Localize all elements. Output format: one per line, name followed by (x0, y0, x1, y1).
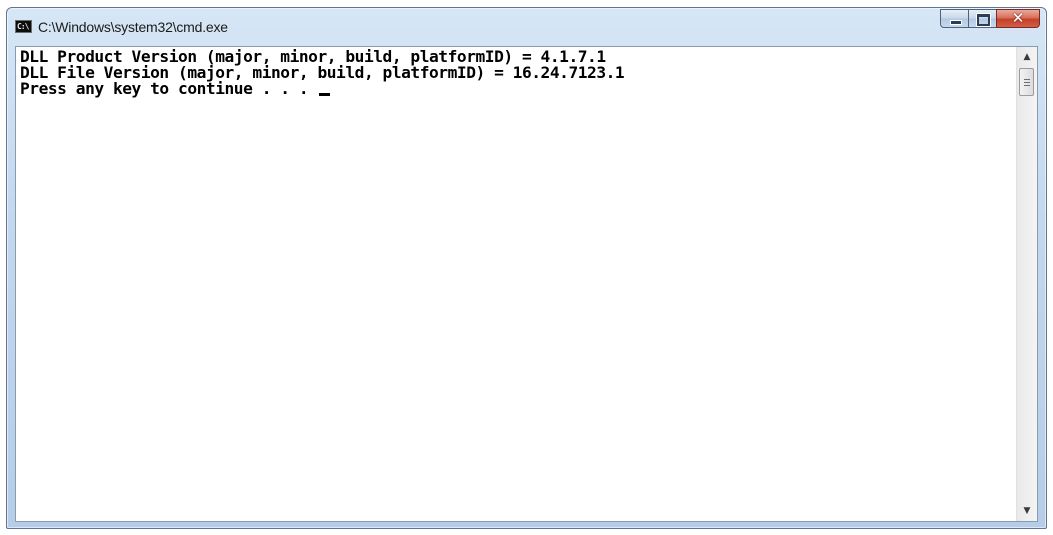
close-button[interactable]: ✕ (996, 9, 1040, 28)
window-title: C:\Windows\system32\cmd.exe (38, 19, 228, 35)
minimize-icon (950, 20, 962, 25)
title-bar[interactable]: C:\ C:\Windows\system32\cmd.exe ✕ (7, 8, 1046, 46)
maximize-icon (977, 14, 990, 26)
console-line-prompt: Press any key to continue . . . (20, 79, 1016, 98)
scroll-thumb[interactable] (1019, 68, 1034, 96)
scroll-up-arrow-icon[interactable]: ▲ (1017, 47, 1037, 67)
console-client-area: DLL Product Version (major, minor, build… (15, 46, 1038, 522)
vertical-scrollbar[interactable]: ▲ ▼ (1016, 47, 1037, 521)
text-cursor (319, 93, 331, 96)
grip-line (1024, 79, 1030, 80)
grip-line (1024, 82, 1030, 83)
cmd-window: C:\ C:\Windows\system32\cmd.exe ✕ DLL Pr… (6, 7, 1047, 529)
cmd-icon[interactable]: C:\ (15, 20, 32, 33)
scroll-down-arrow-icon[interactable]: ▼ (1017, 501, 1037, 521)
maximize-button[interactable] (968, 9, 997, 28)
close-icon: ✕ (1011, 9, 1025, 27)
grip-line (1024, 85, 1030, 86)
caption-buttons: ✕ (940, 9, 1040, 29)
prompt-text: Press any key to continue . . . (20, 79, 318, 98)
minimize-button[interactable] (940, 9, 969, 28)
console-output[interactable]: DLL Product Version (major, minor, build… (16, 47, 1016, 521)
